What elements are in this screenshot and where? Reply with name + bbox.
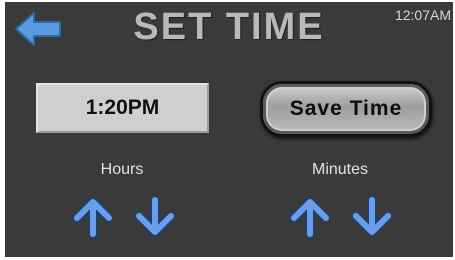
clock-display: 12:07AM — [394, 7, 451, 23]
hours-label: Hours — [100, 161, 144, 178]
minutes-up-button[interactable] — [288, 194, 332, 240]
arrow-down-icon — [351, 195, 393, 237]
minutes-label: Minutes — [311, 161, 369, 178]
set-time-screen: SET TIME 12:07AM 1:20PM Save Time Hours … — [5, 2, 453, 257]
arrow-up-icon — [72, 197, 114, 239]
hours-down-button[interactable] — [133, 194, 177, 240]
arrow-up-icon — [289, 197, 331, 239]
time-display: 1:20PM — [36, 83, 209, 133]
arrow-down-icon — [134, 195, 176, 237]
hours-up-button[interactable] — [71, 194, 115, 240]
save-time-button[interactable]: Save Time — [260, 81, 432, 137]
minutes-down-button[interactable] — [350, 194, 394, 240]
page-title: SET TIME — [133, 6, 325, 48]
